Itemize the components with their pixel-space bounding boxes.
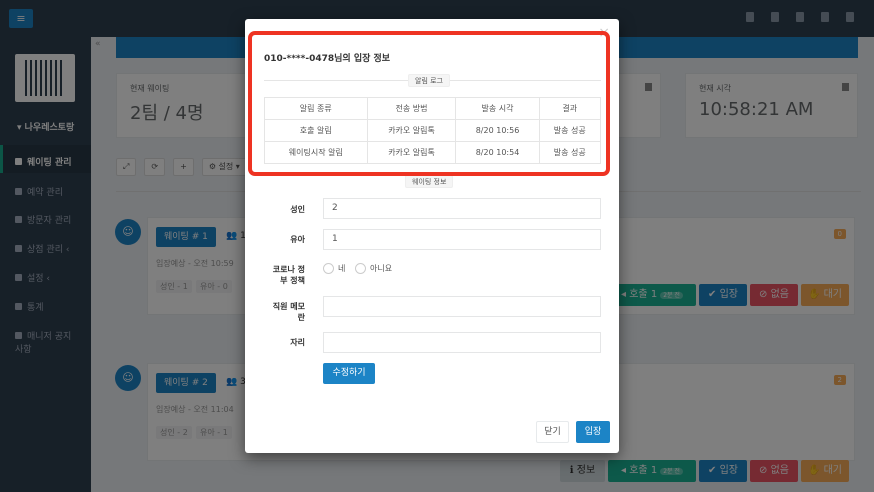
covid-policy-label: 코로나 정부 정책 (272, 265, 305, 285)
staff-memo-label: 직원 메모 란 (272, 302, 305, 322)
edit-button[interactable]: 수정하기 (323, 363, 375, 384)
red-highlight-annotation (248, 31, 610, 176)
waiting-info-label: 웨이팅 정보 (405, 175, 454, 188)
covid-yes-radio[interactable]: 네 (323, 263, 345, 274)
staff-memo-input[interactable] (323, 296, 601, 317)
close-button[interactable]: 닫기 (536, 421, 569, 443)
covid-no-radio[interactable]: 아니요 (355, 263, 392, 274)
adult-input[interactable]: 2 (323, 198, 601, 219)
child-input[interactable]: 1 (323, 229, 601, 250)
enter-button[interactable]: 입장 (576, 421, 610, 443)
seat-input[interactable] (323, 332, 601, 353)
child-label: 유아 (290, 235, 305, 244)
seat-label: 자리 (290, 338, 305, 347)
adult-label: 성인 (290, 205, 305, 214)
